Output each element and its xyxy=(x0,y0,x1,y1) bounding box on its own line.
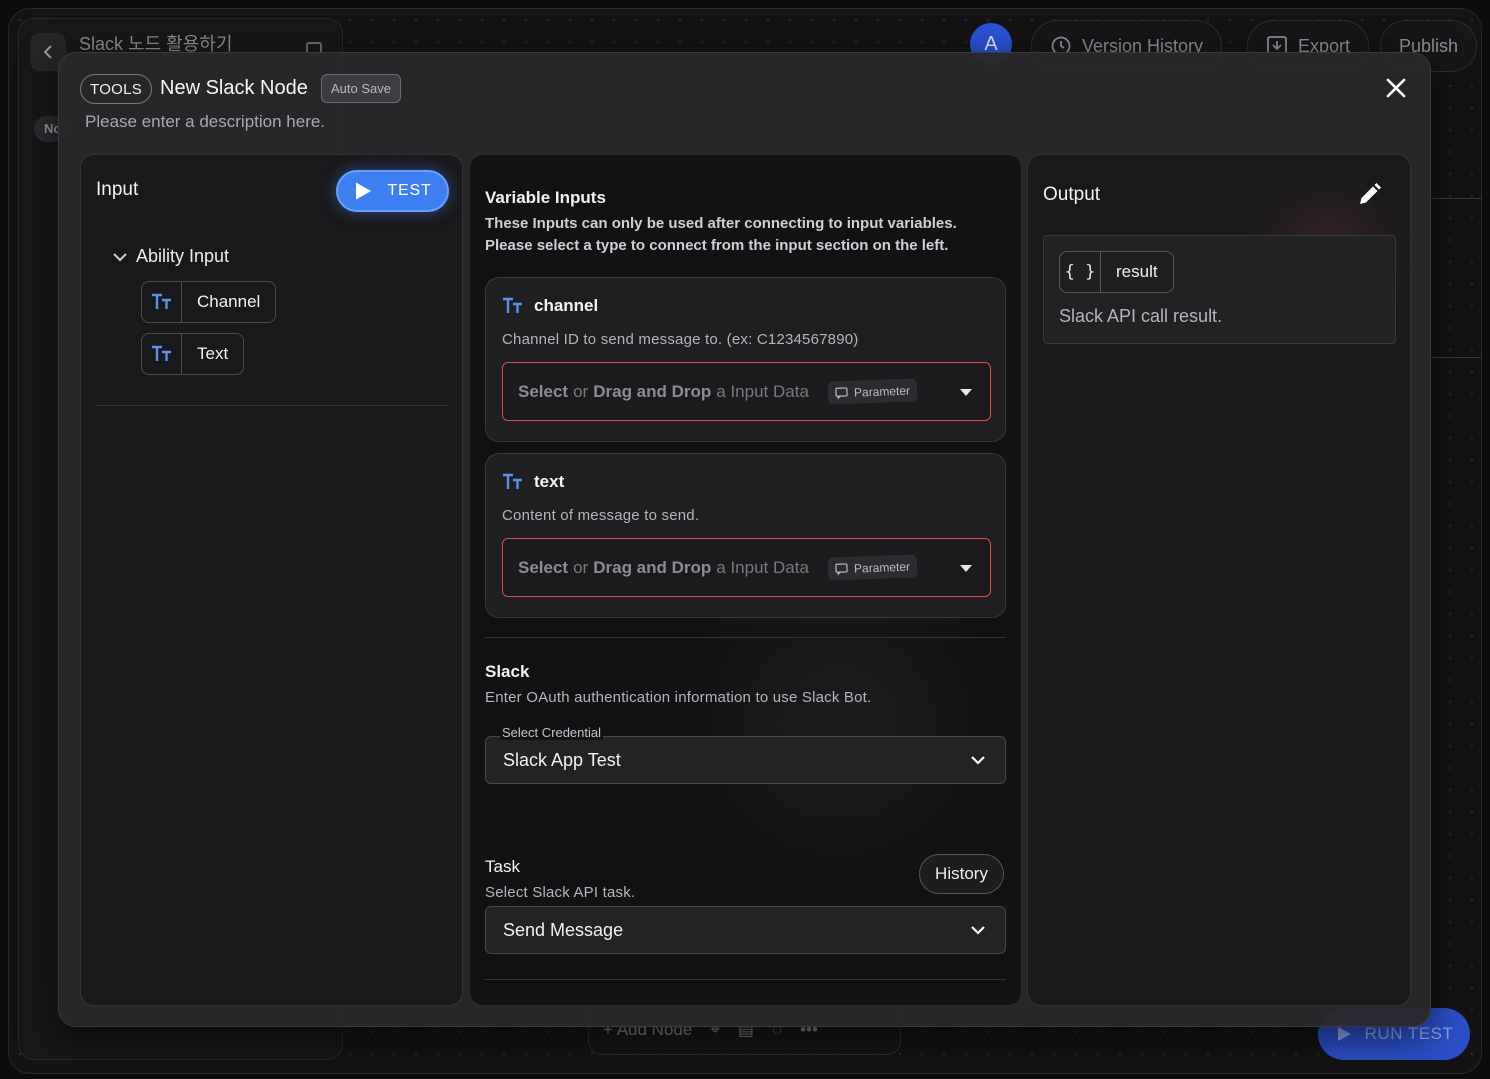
output-item-label: result xyxy=(1116,262,1158,281)
autosave-badge: Auto Save xyxy=(321,74,401,103)
task-select[interactable]: Send Message xyxy=(485,906,1006,954)
drop-drag-text: Drag and Drop xyxy=(593,381,712,401)
play-icon xyxy=(356,182,372,200)
input-panel-title: Input xyxy=(96,179,139,200)
output-panel: Output { } result Slack API call result. xyxy=(1027,154,1418,1006)
variable-drop-zone[interactable]: Select or Drag and Drop a Input Data Par… xyxy=(502,538,991,597)
play-icon xyxy=(1337,1027,1351,1041)
chevron-down-icon xyxy=(971,756,985,765)
node-title[interactable]: New Slack Node xyxy=(160,77,308,100)
input-item-channel[interactable]: Channel xyxy=(141,281,277,323)
divider xyxy=(485,637,1006,638)
task-value: Send Message xyxy=(503,919,624,940)
parameter-label: Parameter xyxy=(853,559,911,576)
drop-or-text: or xyxy=(573,557,589,577)
output-result-description: Slack API call result. xyxy=(1059,306,1223,326)
variable-inputs-subtitle: These Inputs can only be used after conn… xyxy=(485,213,1005,257)
variable-description: Channel ID to send message to. (ex: C123… xyxy=(502,331,859,348)
text-type-icon xyxy=(503,473,522,489)
text-type-icon xyxy=(142,334,182,374)
close-icon xyxy=(1386,78,1406,98)
variable-description: Content of message to send. xyxy=(502,507,700,524)
subtitle-line: Please select a type to connect from the… xyxy=(485,237,949,254)
drop-rest-text: a Input Data xyxy=(716,557,809,577)
drop-rest-text: a Input Data xyxy=(716,381,809,401)
run-test-label: RUN TEST xyxy=(1364,1024,1454,1043)
drop-select-text: Select xyxy=(518,381,569,401)
drop-or-text: or xyxy=(573,381,589,401)
input-panel: Input TEST Ability Input Channel Text xyxy=(80,154,463,1006)
caret-down-icon[interactable] xyxy=(960,565,972,572)
credential-value: Slack App Test xyxy=(503,749,621,770)
node-editor-modal: TOOLS New Slack Node Auto Save Please en… xyxy=(58,52,1431,1027)
variable-drop-zone[interactable]: Select or Drag and Drop a Input Data Par… xyxy=(502,362,991,421)
credential-select-label: Select Credential xyxy=(500,725,603,740)
ability-input-label: Ability Input xyxy=(136,246,230,266)
output-item-result[interactable]: { } result xyxy=(1059,251,1174,293)
decorative-glow xyxy=(650,575,1021,875)
node-description-input[interactable]: Please enter a description here. xyxy=(85,112,325,132)
variable-name-label: text xyxy=(534,472,565,491)
message-icon xyxy=(835,562,848,575)
drop-drag-text: Drag and Drop xyxy=(593,557,712,577)
task-section-description: Select Slack API task. xyxy=(485,884,636,901)
divider xyxy=(96,405,448,406)
test-button-label: TEST xyxy=(387,182,432,199)
chevron-down-icon xyxy=(113,252,127,261)
history-button[interactable]: History xyxy=(919,854,1004,894)
ability-input-group-toggle[interactable]: Ability Input xyxy=(112,246,229,267)
input-item-label: Channel xyxy=(197,292,261,311)
message-icon xyxy=(835,386,848,399)
canvas-connector xyxy=(1431,198,1481,358)
configuration-panel: Variable Inputs These Inputs can only be… xyxy=(469,154,1022,1006)
category-badge: TOOLS xyxy=(80,74,153,104)
drop-select-text: Select xyxy=(518,557,569,577)
credential-select[interactable]: Slack App Test xyxy=(485,736,1006,784)
caret-down-icon[interactable] xyxy=(960,389,972,396)
divider xyxy=(485,979,1006,980)
test-button[interactable]: TEST xyxy=(336,170,449,212)
chevron-down-icon xyxy=(971,926,985,935)
output-result-box: { } result Slack API call result. xyxy=(1043,235,1396,344)
parameter-tag: Parameter xyxy=(827,378,918,405)
parameter-tag: Parameter xyxy=(827,554,918,581)
variable-card-channel: channel Channel ID to send message to. (… xyxy=(485,277,1006,442)
variable-name: text xyxy=(502,472,564,492)
close-button[interactable] xyxy=(1381,73,1411,103)
slack-section-description: Enter OAuth authentication information t… xyxy=(485,689,872,706)
input-item-text[interactable]: Text xyxy=(141,333,245,375)
variable-inputs-title: Variable Inputs xyxy=(485,188,606,207)
parameter-label: Parameter xyxy=(853,383,911,400)
text-type-icon xyxy=(142,282,182,322)
variable-card-text: text Content of message to send. Select … xyxy=(485,453,1006,618)
task-section-title: Task xyxy=(485,857,520,876)
output-panel-title: Output xyxy=(1043,184,1101,205)
pencil-icon xyxy=(1360,183,1381,204)
subtitle-line: These Inputs can only be used after conn… xyxy=(485,215,957,232)
slack-section-title: Slack xyxy=(485,662,530,681)
chevron-left-icon xyxy=(43,45,52,59)
text-type-icon xyxy=(503,297,522,313)
variable-name-label: channel xyxy=(534,296,599,315)
edit-output-button[interactable] xyxy=(1356,182,1384,210)
object-type-icon: { } xyxy=(1060,252,1101,292)
variable-name: channel xyxy=(502,296,598,316)
input-item-label: Text xyxy=(197,344,229,363)
